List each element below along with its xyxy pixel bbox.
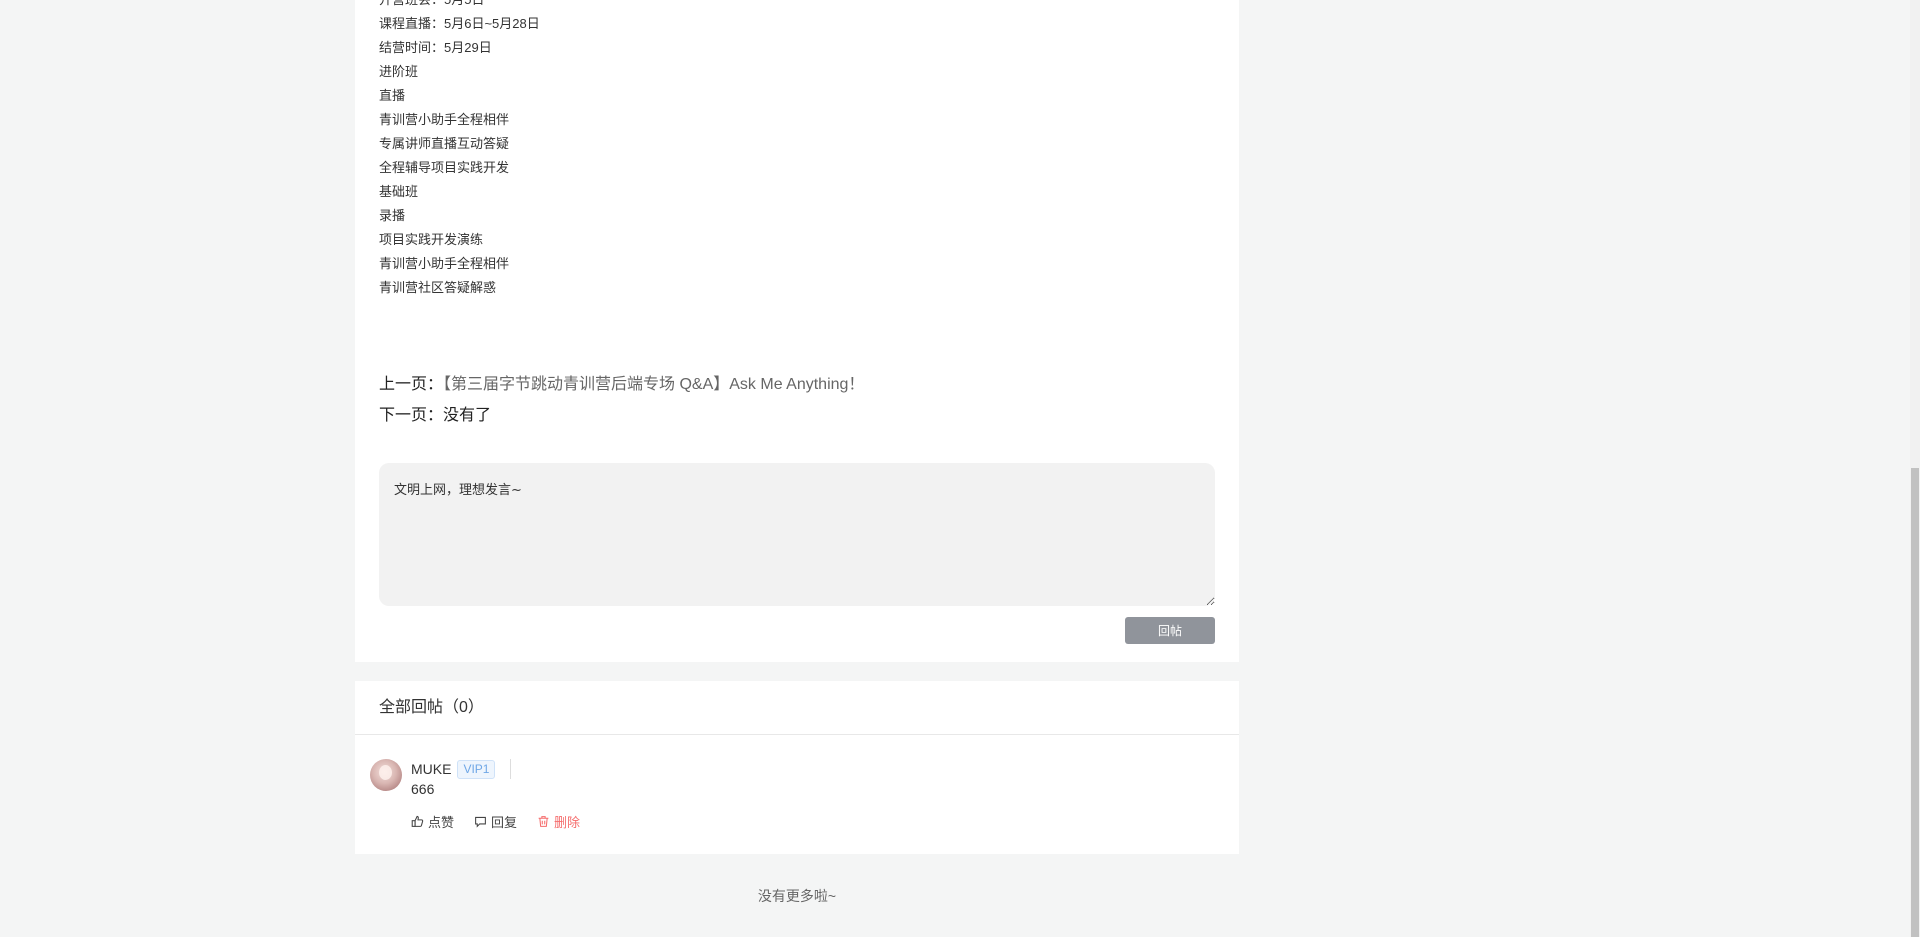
reply-button[interactable]: 回复 (474, 812, 517, 831)
content-line: 结营时间：5月29日 (379, 40, 492, 55)
like-label: 点赞 (428, 815, 455, 830)
replies-header: 全部回帖（0） (355, 681, 1239, 735)
delete-button[interactable]: 删除 (537, 812, 580, 831)
content-line: 基础班 (379, 184, 419, 199)
content-line: 课程直播：5月6日~5月28日 (379, 16, 540, 31)
prev-page-label: 上一页： (379, 376, 444, 393)
prev-page-link[interactable]: 【第三届字节跳动青训营后端专场 Q&A】Ask Me Anything！ (443, 376, 864, 393)
like-button[interactable]: 点赞 (411, 812, 454, 831)
comment-textarea[interactable] (379, 463, 1215, 606)
content-line: 青训营小助手全程相伴 (379, 112, 510, 127)
article-content: 开营班会：5月5日 课程直播：5月6日~5月28日 结营时间：5月29日 进阶班… (379, 0, 540, 300)
reply-actions: 点赞 回复 删除 (411, 812, 580, 831)
thumbs-up-icon (411, 815, 424, 827)
content-line: 录播 (379, 208, 406, 223)
content-line: 专属讲师直播互动答疑 (379, 136, 510, 151)
delete-label: 删除 (554, 815, 581, 830)
reply-text: 666 (411, 781, 435, 797)
replies-section: 全部回帖（0） MUKE VIP1 666 点赞 回复 删除 (355, 681, 1239, 854)
content-line: 全程辅导项目实践开发 (379, 160, 510, 175)
next-page: 下一页：没有了 (379, 401, 491, 425)
submit-reply-button[interactable]: 回帖 (1125, 617, 1215, 644)
no-more-text: 没有更多啦~ (757, 888, 837, 904)
reply-meta: MUKE VIP1 (411, 759, 512, 779)
content-line: 进阶班 (379, 64, 419, 79)
article-card: 开营班会：5月5日 课程直播：5月6日~5月28日 结营时间：5月29日 进阶班… (355, 0, 1239, 662)
scrollbar-thumb[interactable] (1911, 468, 1919, 937)
content-line: 直播 (379, 88, 406, 103)
next-page-label: 下一页： (379, 407, 444, 424)
reply-username[interactable]: MUKE (411, 761, 451, 777)
vip-badge: VIP1 (457, 759, 496, 779)
avatar[interactable] (370, 759, 402, 791)
divider (510, 759, 512, 779)
reply-label: 回复 (491, 815, 518, 830)
trash-icon (538, 816, 549, 827)
content-line: 开营班会：5月5日 (379, 0, 540, 12)
content-line: 青训营社区答疑解惑 (379, 280, 497, 295)
next-page-value: 没有了 (443, 407, 492, 424)
content-line: 项目实践开发演练 (379, 232, 484, 247)
prev-page: 上一页：【第三届字节跳动青训营后端专场 Q&A】Ask Me Anything！ (379, 370, 864, 394)
comment-icon (475, 816, 486, 828)
content-line: 青训营小助手全程相伴 (379, 256, 510, 271)
